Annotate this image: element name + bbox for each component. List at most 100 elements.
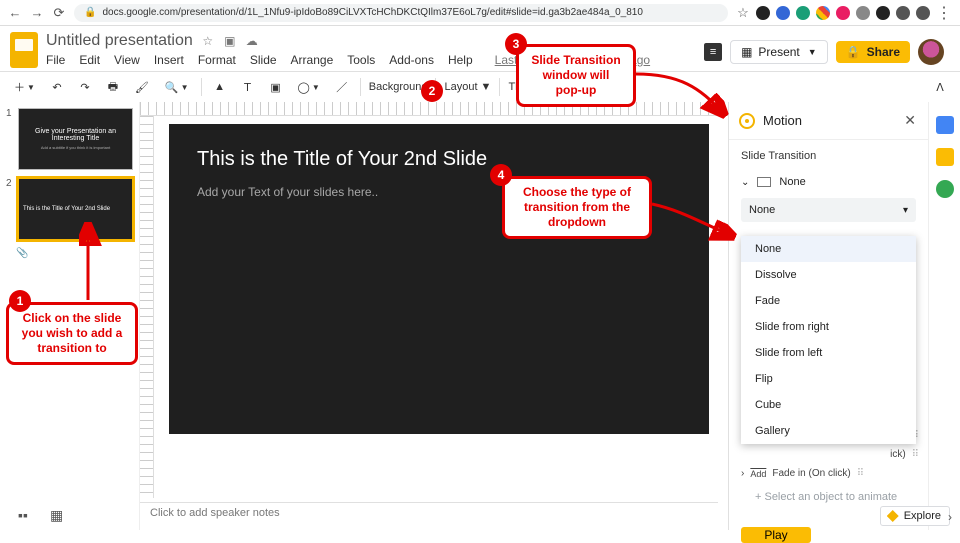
menu-view[interactable]: View xyxy=(114,53,140,67)
menu-edit[interactable]: Edit xyxy=(79,53,100,67)
annotation-text-3: Slide Transition window will pop-up xyxy=(516,44,636,107)
annotation-text-1: Click on the slide you wish to add a tra… xyxy=(6,302,138,365)
layout-button[interactable]: Layout ▼ xyxy=(444,81,491,93)
extension-icons: ☆ ⋮ xyxy=(736,3,952,23)
opt-fade[interactable]: Fade xyxy=(741,288,916,314)
play-button[interactable]: Play xyxy=(741,527,811,543)
annotation-text-4: Choose the type of transition from the d… xyxy=(502,176,652,239)
expand-rail-icon[interactable]: › xyxy=(948,510,952,524)
star-doc-icon[interactable]: ☆ xyxy=(201,34,215,48)
menu-format[interactable]: Format xyxy=(198,53,236,67)
grid-view-icon[interactable]: ▦ xyxy=(50,507,63,524)
share-button[interactable]: 🔒Share xyxy=(836,41,910,63)
ext-5[interactable] xyxy=(836,6,850,20)
account-avatar[interactable] xyxy=(918,39,944,65)
select-tool[interactable]: ▲ xyxy=(210,77,230,97)
calendar-icon[interactable] xyxy=(936,116,954,134)
menu-arrange[interactable]: Arrange xyxy=(291,53,334,67)
doc-title[interactable]: Untitled presentation xyxy=(46,32,193,50)
opt-cube[interactable]: Cube xyxy=(741,392,916,418)
annotation-badge-2: 2 xyxy=(421,80,443,102)
speaker-notes[interactable]: Click to add speaker notes xyxy=(140,502,718,526)
star-icon[interactable]: ☆ xyxy=(736,6,750,20)
opt-dissolve[interactable]: Dissolve xyxy=(741,262,916,288)
keep-icon[interactable] xyxy=(936,148,954,166)
ext-profile[interactable] xyxy=(916,6,930,20)
slide-title[interactable]: This is the Title of Your 2nd Slide xyxy=(197,148,681,171)
comments-icon[interactable]: ≡ xyxy=(704,43,722,61)
zoom-button[interactable]: 🔍▼ xyxy=(161,77,193,97)
slide-thumb-1[interactable]: 1 Give your Presentation an Interesting … xyxy=(6,108,133,170)
annotation-badge-1: 1 xyxy=(9,290,31,312)
ext-6[interactable] xyxy=(856,6,870,20)
chevron-down-icon: ⌄ xyxy=(741,177,749,188)
line-tool[interactable]: ／ xyxy=(332,77,352,97)
anim-row-add[interactable]: › Add Fade in (On click) ⠿ xyxy=(741,464,916,483)
motion-title: Motion xyxy=(763,113,894,128)
new-slide-button[interactable]: ＋▼ xyxy=(10,77,39,97)
redo-button[interactable]: ↷ xyxy=(75,77,95,97)
opt-flip[interactable]: Flip xyxy=(741,366,916,392)
ext-3[interactable] xyxy=(796,6,810,20)
ext-2[interactable] xyxy=(776,6,790,20)
ext-1[interactable] xyxy=(756,6,770,20)
filmstrip-view-icon[interactable]: ▪▪ xyxy=(18,507,28,524)
slide-canvas[interactable]: This is the Title of Your 2nd Slide Add … xyxy=(169,124,709,434)
no-transition-icon xyxy=(757,177,771,187)
workspace: 1 Give your Presentation an Interesting … xyxy=(0,102,960,530)
opt-gallery[interactable]: Gallery xyxy=(741,418,916,444)
horizontal-ruler xyxy=(140,102,728,116)
menu-slide[interactable]: Slide xyxy=(250,53,277,67)
forward-icon[interactable]: → xyxy=(30,6,44,20)
attach-icon: 📎 xyxy=(16,248,133,259)
app-header: Untitled presentation ☆ ▣ ☁ File Edit Vi… xyxy=(0,26,960,71)
menu-insert[interactable]: Insert xyxy=(154,53,184,67)
shape-tool[interactable]: ◯▼ xyxy=(294,77,324,97)
caret-icon: ▾ xyxy=(903,205,908,216)
textbox-tool[interactable]: Ｔ xyxy=(238,77,258,97)
menu-file[interactable]: File xyxy=(46,53,65,67)
present-button[interactable]: ▦Present▼ xyxy=(730,40,828,64)
toolbar: ＋▼ ↶ ↷ 🖶 🖌 🔍▼ ▲ Ｔ ▣ ◯▼ ／ Background Layo… xyxy=(0,72,960,102)
transition-select[interactable]: None ▾ xyxy=(741,198,916,222)
back-icon[interactable]: ← xyxy=(8,6,22,20)
vertical-ruler xyxy=(140,116,154,498)
browser-bar: ← → ⟳ 🔒 docs.google.com/presentation/d/1… xyxy=(0,0,960,26)
slide-thumb-2[interactable]: 2 This is the Title of Your 2nd Slide xyxy=(6,178,133,240)
motion-close-button[interactable]: ✕ xyxy=(902,110,918,131)
url-bar[interactable]: 🔒 docs.google.com/presentation/d/1L_1Nfu… xyxy=(74,4,728,22)
chevron-right-icon: › xyxy=(741,468,744,479)
ext-7[interactable] xyxy=(876,6,890,20)
drag-handle-icon[interactable]: ⠿ xyxy=(912,449,916,460)
tasks-icon[interactable] xyxy=(936,180,954,198)
drag-handle-icon[interactable]: ⠿ xyxy=(857,468,861,479)
menu-help[interactable]: Help xyxy=(448,53,473,67)
annotation-badge-3: 3 xyxy=(505,33,527,55)
ext-8[interactable] xyxy=(896,6,910,20)
lock-icon: 🔒 xyxy=(84,7,96,18)
canvas-area: This is the Title of Your 2nd Slide Add … xyxy=(140,102,728,530)
select-object-hint: + Select an object to animate xyxy=(741,483,916,511)
slides-logo-icon[interactable] xyxy=(10,32,38,68)
menu-addons[interactable]: Add-ons xyxy=(389,53,434,67)
undo-button[interactable]: ↶ xyxy=(47,77,67,97)
transition-dropdown: None Dissolve Fade Slide from right Slid… xyxy=(741,236,916,444)
opt-slide-right[interactable]: Slide from right xyxy=(741,314,916,340)
toolbar-collapse-icon[interactable]: ᐱ xyxy=(930,77,950,97)
move-icon[interactable]: ▣ xyxy=(223,34,237,48)
paint-format-button[interactable]: 🖌 xyxy=(131,77,153,97)
anim-row-2[interactable]: ick) ⠿ xyxy=(741,445,916,464)
browser-menu-icon[interactable]: ⋮ xyxy=(936,3,952,23)
menu-tools[interactable]: Tools xyxy=(347,53,375,67)
opt-none[interactable]: None xyxy=(741,236,916,262)
motion-panel: Motion ✕ Slide Transition ⌄ None None ▾ … xyxy=(728,102,928,530)
print-button[interactable]: 🖶 xyxy=(103,77,123,97)
transition-current-row[interactable]: ⌄ None xyxy=(741,170,916,194)
background-button[interactable]: Background xyxy=(369,81,428,93)
cloud-icon[interactable]: ☁ xyxy=(245,34,259,48)
ext-4[interactable] xyxy=(816,6,830,20)
image-tool[interactable]: ▣ xyxy=(266,77,286,97)
opt-slide-left[interactable]: Slide from left xyxy=(741,340,916,366)
slide-transition-heading: Slide Transition xyxy=(741,150,916,162)
reload-icon[interactable]: ⟳ xyxy=(52,6,66,20)
